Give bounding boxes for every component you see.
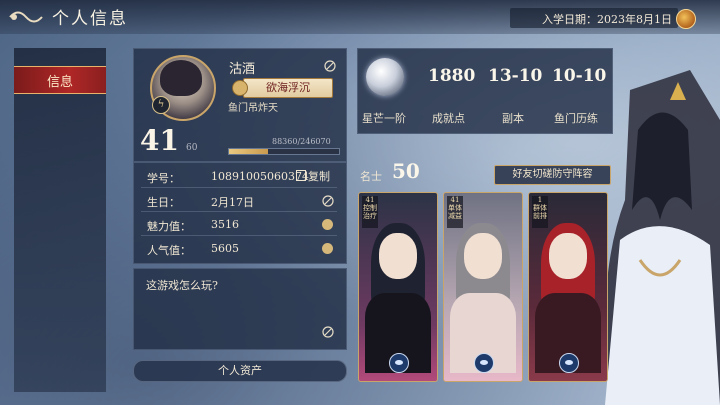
copy-button[interactable]: 复制	[296, 168, 330, 184]
row-divider	[141, 235, 337, 236]
edit-birthday-icon[interactable]	[322, 195, 334, 207]
charm-info-icon[interactable]	[322, 219, 333, 230]
info-row-label: 学号：	[147, 172, 180, 185]
assets-button[interactable]: 个人资产	[133, 360, 347, 382]
info-row-charm: 魅力值： 3516	[133, 214, 345, 236]
row-divider	[141, 211, 337, 212]
card-level: 41	[365, 196, 375, 204]
stat-achievement-label: 成就点	[432, 112, 465, 125]
card-portrait-face	[549, 233, 587, 279]
card-view-icon[interactable]	[389, 353, 409, 373]
player-level: 41	[140, 124, 179, 157]
card-level-badge: 41 单体 减益	[447, 196, 463, 228]
card-level: 1	[537, 196, 543, 204]
guild-name: 鱼门吊炸天	[228, 103, 278, 114]
info-row-popularity: 人气值： 5605	[133, 238, 345, 258]
exp-bar	[228, 148, 340, 155]
side-nav: 信息	[14, 48, 106, 392]
card-portrait-face	[379, 233, 417, 279]
fame-label: 名士	[360, 170, 382, 183]
defense-lineup-button[interactable]: 好友切磋防守阵容	[494, 165, 611, 185]
title-tag[interactable]: 欲海浮沉	[232, 78, 333, 98]
tab-info-label: 信息	[46, 74, 73, 90]
info-row-label: 生日：	[147, 196, 180, 209]
info-row-birthday: 生日： 2月17日	[133, 190, 345, 212]
card-view-icon[interactable]	[559, 353, 579, 373]
hero-character-art	[605, 70, 720, 405]
edit-name-icon[interactable]	[324, 60, 336, 72]
card-tags: 单体 减益	[448, 204, 462, 220]
exp-text: 88360/246070	[272, 137, 331, 146]
stat-dungeon-value: 13-10	[488, 66, 543, 86]
tab-info[interactable]: 信息	[14, 66, 106, 94]
player-name: 沽酒	[229, 62, 256, 77]
signature-text: 这游戏怎么玩?	[146, 279, 218, 292]
info-row-value: 3516	[211, 218, 239, 231]
info-row-value: 10891005060374	[211, 170, 309, 183]
card-level: 41	[450, 196, 460, 204]
popularity-info-icon[interactable]	[322, 243, 333, 254]
fame-value: 50	[392, 159, 420, 183]
info-row-value: 5605	[211, 242, 239, 255]
avatar-hair	[160, 60, 202, 96]
stat-trial-value: 10-10	[552, 66, 607, 86]
info-row-label: 人气值：	[147, 244, 191, 257]
row-divider	[141, 187, 337, 188]
back-icon[interactable]	[6, 6, 46, 28]
enroll-date: 入学日期：2023年8月1日	[542, 13, 672, 26]
card-level-badge: 41 控制 治疗	[362, 196, 378, 228]
copy-label: 复制	[308, 170, 330, 183]
card-level-badge: 1 群体 前排	[532, 196, 548, 228]
stat-dungeon-label: 副本	[502, 112, 524, 125]
rank-label: 星芒一阶	[362, 112, 406, 125]
card-view-icon[interactable]	[474, 353, 494, 373]
avatar-badge-icon: ϟ	[152, 96, 170, 114]
character-card-2[interactable]: 41 单体 减益	[443, 192, 523, 382]
character-card-3[interactable]: 1 群体 前排	[528, 192, 608, 382]
info-row-label: 魅力值：	[147, 220, 191, 233]
level-cap: 60	[186, 143, 198, 153]
info-row-value: 2月17日	[211, 196, 254, 209]
page-title: 个人信息	[52, 9, 128, 29]
exp-bar-fill	[229, 149, 269, 154]
stat-achievement-value: 1880	[428, 66, 476, 86]
menu-orb-icon[interactable]	[676, 9, 696, 29]
copy-icon	[296, 170, 306, 181]
card-tags: 群体 前排	[533, 204, 547, 220]
card-portrait-face	[464, 233, 502, 279]
card-tags: 控制 治疗	[363, 204, 377, 220]
character-card-1[interactable]: 41 控制 治疗	[358, 192, 438, 382]
stat-trial-label: 鱼门历练	[554, 112, 598, 125]
rank-orb-icon	[366, 58, 404, 96]
edit-signature-icon[interactable]	[322, 326, 334, 338]
